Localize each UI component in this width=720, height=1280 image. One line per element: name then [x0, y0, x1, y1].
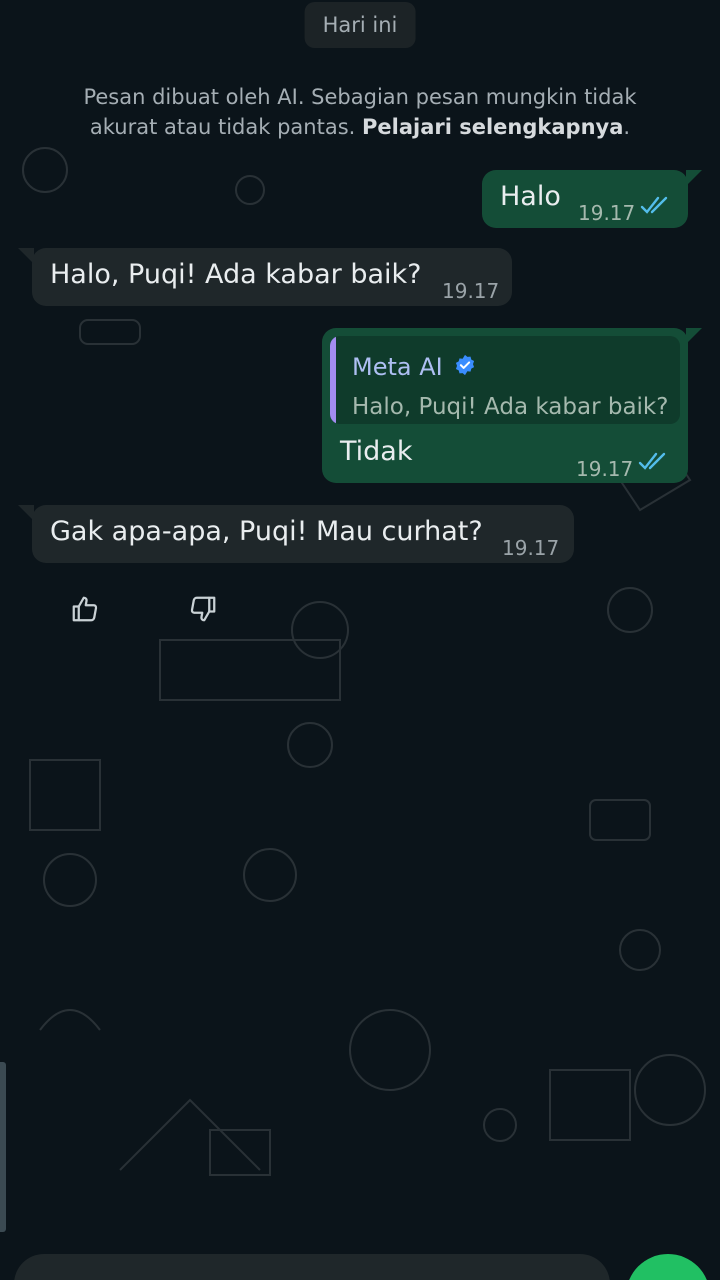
incoming-message[interactable]: Halo, Puqi! Ada kabar baik? 19.17 — [18, 248, 512, 306]
date-chip: Hari ini — [304, 2, 416, 48]
message-input-bar[interactable] — [14, 1254, 610, 1280]
scrollbar-handle[interactable] — [0, 1062, 6, 1232]
quote-accent-bar — [330, 336, 336, 424]
verified-badge-icon — [455, 354, 475, 376]
message-time: 19.17 — [502, 536, 560, 560]
read-receipt-icon — [638, 452, 666, 470]
outgoing-message[interactable]: Halo 19.17 — [482, 170, 702, 228]
thumbs-down-icon[interactable] — [188, 594, 218, 624]
message-text: Tidak — [340, 436, 413, 467]
chat-screen: Hari ini Pesan dibuat oleh AI. Sebagian … — [0, 0, 720, 1280]
message-text: Halo, Puqi! Ada kabar baik? — [50, 259, 422, 290]
message-time: 19.17 — [578, 201, 636, 225]
read-receipt-icon — [640, 196, 668, 214]
quote-text: Halo, Puqi! Ada kabar baik? — [352, 394, 669, 420]
ai-disclaimer-period: . — [623, 115, 631, 139]
incoming-message[interactable]: Gak apa-apa, Puqi! Mau curhat? 19.17 — [18, 505, 574, 563]
learn-more-link[interactable]: Pelajari selengkapnya — [362, 115, 623, 139]
thumbs-up-icon[interactable] — [70, 594, 100, 624]
message-time: 19.17 — [442, 279, 500, 303]
message-text: Halo — [500, 181, 561, 212]
outgoing-reply-message[interactable]: Meta AI Halo, Puqi! Ada kabar baik? Tida… — [322, 328, 702, 483]
message-time: 19.17 — [576, 457, 634, 481]
ai-disclaimer: Pesan dibuat oleh AI. Sebagian pesan mun… — [60, 82, 660, 142]
ai-disclaimer-line1: Pesan dibuat oleh AI. Sebagian pesan mun… — [83, 85, 637, 109]
quote-author: Meta AI — [352, 353, 443, 381]
ai-disclaimer-line2: akurat atau tidak pantas. — [89, 115, 362, 139]
message-text: Gak apa-apa, Puqi! Mau curhat? — [50, 516, 483, 547]
quoted-message[interactable]: Meta AI Halo, Puqi! Ada kabar baik? — [330, 336, 680, 424]
